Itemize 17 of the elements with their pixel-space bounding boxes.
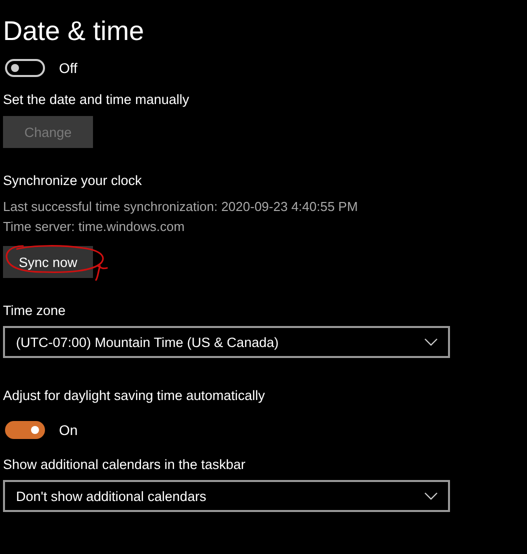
toggle-state-label: On xyxy=(59,422,78,438)
sync-info-text: Time server: time.windows.com xyxy=(3,218,186,236)
sync-now-button[interactable]: Sync now xyxy=(3,246,93,278)
setting-label: Show additional calendars in the taskbar xyxy=(3,457,246,472)
page-title: Date & time xyxy=(3,15,146,48)
chevron-down-icon xyxy=(424,492,438,500)
sync-info-text: Last successful time synchronization: 2020-09-23 4:40:55 PM xyxy=(3,198,359,216)
toggle-switch[interactable] xyxy=(5,421,45,439)
setting-label: Time zone xyxy=(3,303,67,318)
section-heading: Synchronize your clock xyxy=(3,173,143,188)
chevron-down-icon xyxy=(424,338,438,346)
toggle-state-label: Off xyxy=(59,60,78,76)
setting-label: Adjust for daylight saving time automatically xyxy=(3,388,266,403)
toggle-switch[interactable] xyxy=(5,59,45,77)
dropdown[interactable]: (UTC-07:00) Mountain Time (US & Canada) xyxy=(3,326,450,358)
dropdown[interactable]: Don't show additional calendars xyxy=(3,480,450,512)
setting-label: Set the date and time manually xyxy=(3,92,190,107)
